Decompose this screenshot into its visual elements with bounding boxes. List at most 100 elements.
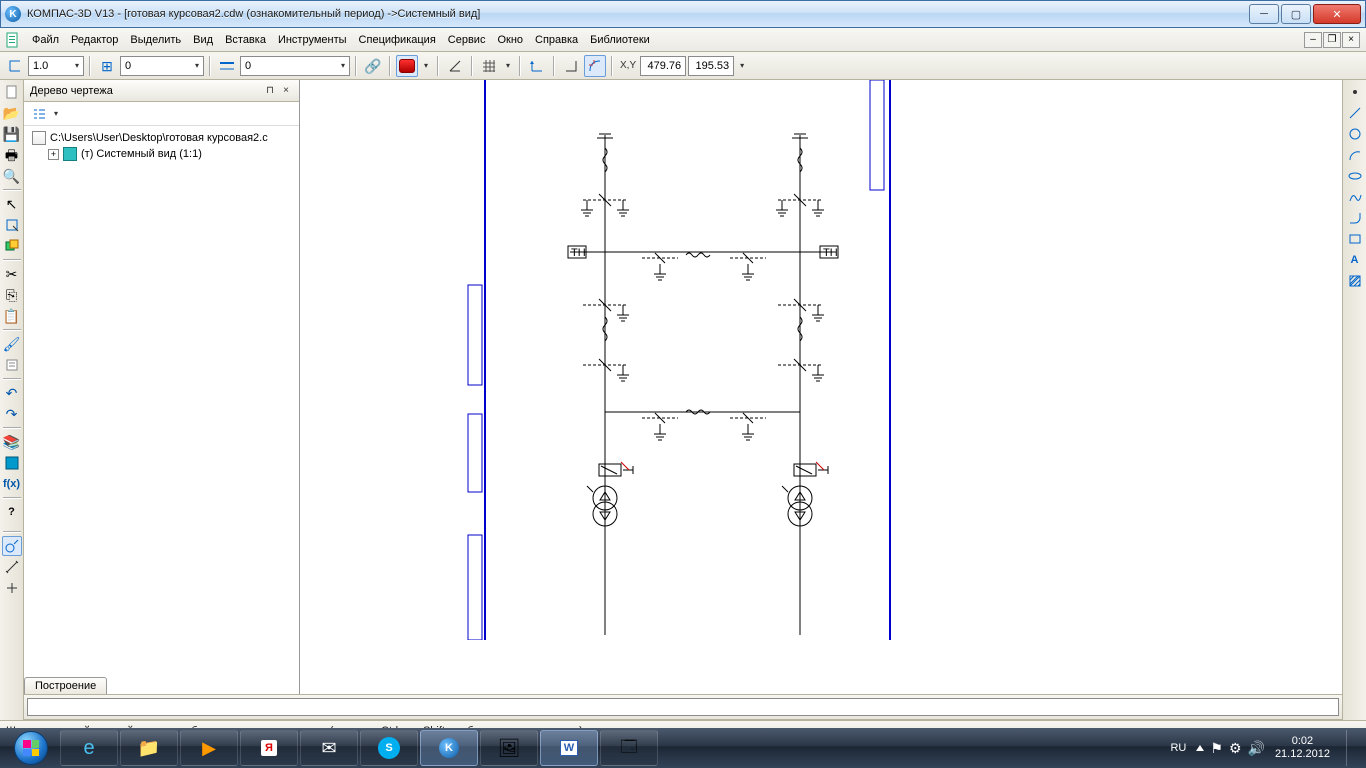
scale-input[interactable]: 1.0▾ — [28, 56, 84, 76]
r-hatch-icon[interactable] — [1345, 271, 1365, 291]
main-toolbar: 1.0▾ ⊞ 0▾ 0▾ 🔗 ▾ ▾ X,Y 479.76 195.53 ▾ — [0, 52, 1366, 80]
r-circle-icon[interactable] — [1345, 124, 1365, 144]
manager-icon[interactable] — [2, 453, 22, 473]
step-icon[interactable]: ⊞ — [96, 55, 118, 77]
ortho-mode-icon[interactable] — [560, 55, 582, 77]
drawing-canvas[interactable]: TH TH — [300, 80, 1342, 720]
tray-volume-icon[interactable]: 🔊 — [1248, 741, 1265, 755]
language-indicator[interactable]: RU — [1170, 742, 1186, 754]
edit-panel-icon[interactable] — [2, 578, 22, 598]
round-icon[interactable] — [584, 55, 606, 77]
task-yandex[interactable]: Я — [240, 730, 298, 766]
help-icon[interactable]: ? — [2, 502, 22, 522]
maximize-button[interactable]: ▢ — [1281, 4, 1311, 24]
r-line-icon[interactable] — [1345, 103, 1365, 123]
layers-icon[interactable] — [2, 236, 22, 256]
system-tray: RU ⚑ ⚙ 🔊 0:02 21.12.2012 — [1170, 730, 1362, 766]
vars-icon[interactable]: f(x) — [2, 474, 22, 494]
coord-x-field[interactable]: 479.76 — [640, 56, 686, 76]
style-input[interactable]: 0▾ — [240, 56, 350, 76]
coord-y-field[interactable]: 195.53 — [688, 56, 734, 76]
r-point-icon[interactable] — [1345, 82, 1365, 102]
tree-close-icon[interactable]: × — [279, 84, 293, 98]
r-spline-icon[interactable] — [1345, 187, 1365, 207]
expand-icon[interactable]: + — [48, 149, 59, 160]
task-kompas[interactable]: K — [420, 730, 478, 766]
close-button[interactable]: ✕ — [1313, 4, 1361, 24]
menu-editor[interactable]: Редактор — [65, 31, 124, 49]
menu-window[interactable]: Окно — [491, 31, 529, 49]
open-icon[interactable]: 📂 — [2, 103, 22, 123]
task-explorer[interactable]: 📁 — [120, 730, 178, 766]
r-rect-icon[interactable] — [1345, 229, 1365, 249]
new-icon[interactable] — [2, 82, 22, 102]
command-input[interactable] — [27, 698, 1339, 716]
tree-mode-dropdown[interactable]: ▾ — [50, 109, 62, 118]
coord-dropdown[interactable]: ▾ — [736, 61, 748, 70]
lcs-icon[interactable] — [526, 55, 548, 77]
link-icon[interactable]: 🔗 — [362, 55, 384, 77]
tray-clock[interactable]: 0:02 21.12.2012 — [1275, 735, 1330, 760]
grid-dropdown[interactable]: ▾ — [502, 61, 514, 70]
mdi-restore-button[interactable]: ❐ — [1323, 32, 1341, 48]
print-icon[interactable]: 🖶 — [2, 145, 22, 165]
format-icon[interactable]: 🖌 — [2, 334, 22, 354]
line-style-icon[interactable] — [216, 55, 238, 77]
task-other[interactable]: 🗔 — [600, 730, 658, 766]
preview-icon[interactable]: 🔍 — [2, 166, 22, 186]
menu-view[interactable]: Вид — [187, 31, 219, 49]
angle-snap-icon[interactable] — [444, 55, 466, 77]
task-wmp[interactable]: ▶ — [180, 730, 238, 766]
library-icon[interactable]: 📚 — [2, 432, 22, 452]
magnet-dropdown[interactable]: ▾ — [420, 61, 432, 70]
magnet-icon[interactable] — [396, 55, 418, 77]
r-ellipse-icon[interactable] — [1345, 166, 1365, 186]
props-icon[interactable] — [2, 355, 22, 375]
cut-icon[interactable]: ✂ — [2, 264, 22, 284]
menu-spec[interactable]: Спецификация — [353, 31, 442, 49]
task-ie[interactable]: e — [60, 730, 118, 766]
redo-icon[interactable]: ↷ — [2, 404, 22, 424]
paste-icon[interactable]: 📋 — [2, 306, 22, 326]
mdi-minimize-button[interactable]: – — [1304, 32, 1322, 48]
geom-panel-icon[interactable] — [2, 536, 22, 556]
minimize-button[interactable]: ─ — [1249, 4, 1279, 24]
show-desktop-button[interactable] — [1346, 730, 1356, 766]
task-photos[interactable]: 🖼 — [480, 730, 538, 766]
menu-file[interactable]: Файл — [26, 31, 65, 49]
step-input[interactable]: 0▾ — [120, 56, 204, 76]
task-skype[interactable]: S — [360, 730, 418, 766]
task-word[interactable]: W — [540, 730, 598, 766]
task-mail[interactable]: ✉ — [300, 730, 358, 766]
view-icon — [63, 147, 77, 161]
menu-service[interactable]: Сервис — [442, 31, 492, 49]
tree-mode-icon[interactable] — [28, 103, 50, 125]
select-doc-icon[interactable] — [2, 215, 22, 235]
copy-icon[interactable]: ⎘ — [2, 285, 22, 305]
start-button[interactable] — [4, 730, 58, 766]
tray-flag-icon[interactable]: ⚑ — [1210, 741, 1223, 755]
ortho-icon[interactable] — [4, 55, 26, 77]
undo-icon[interactable]: ↶ — [2, 383, 22, 403]
r-text-icon[interactable]: A — [1345, 250, 1365, 270]
arrow-icon[interactable]: ↖ — [2, 194, 22, 214]
grid-icon[interactable] — [478, 55, 500, 77]
menu-help[interactable]: Справка — [529, 31, 584, 49]
app-icon: K — [5, 6, 21, 22]
tree-view[interactable]: C:\Users\User\Desktop\готовая курсовая2.… — [24, 126, 299, 703]
tray-overflow-icon[interactable] — [1196, 745, 1204, 751]
menu-libraries[interactable]: Библиотеки — [584, 31, 656, 49]
dim-panel-icon[interactable] — [2, 557, 22, 577]
menu-select[interactable]: Выделить — [124, 31, 187, 49]
tab-construction[interactable]: Построение — [24, 677, 107, 694]
save-icon[interactable]: 💾 — [2, 124, 22, 144]
menu-tools[interactable]: Инструменты — [272, 31, 353, 49]
pin-icon[interactable]: ⊓ — [263, 84, 277, 98]
r-arc-icon[interactable] — [1345, 145, 1365, 165]
tray-network-icon[interactable]: ⚙ — [1229, 741, 1242, 755]
menu-insert[interactable]: Вставка — [219, 31, 272, 49]
mdi-close-button[interactable]: × — [1342, 32, 1360, 48]
r-fillet-icon[interactable] — [1345, 208, 1365, 228]
tree-view-node[interactable]: + (т) Системный вид (1:1) — [26, 146, 297, 162]
tree-root-node[interactable]: C:\Users\User\Desktop\готовая курсовая2.… — [26, 130, 297, 146]
